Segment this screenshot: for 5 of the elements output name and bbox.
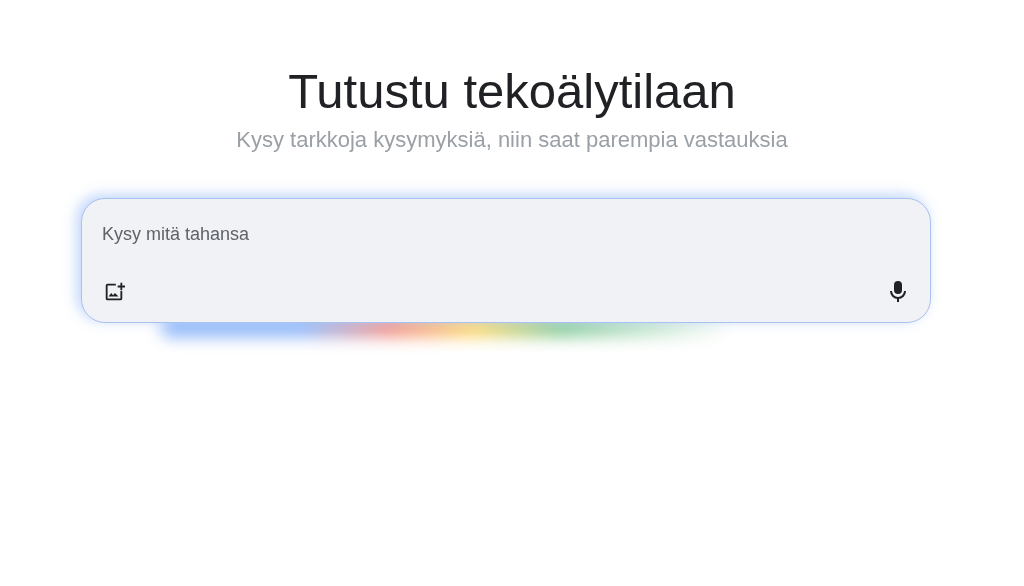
input-field[interactable]: Kysy mitä tahansa [102, 219, 910, 249]
page-heading: Tutustu tekoälytilaan [288, 63, 736, 120]
image-plus-icon [103, 281, 125, 303]
subheading: Kysy tarkkoja kysymyksiä, niin saat parempia vastauksia [236, 126, 788, 154]
microphone-icon [889, 280, 907, 304]
